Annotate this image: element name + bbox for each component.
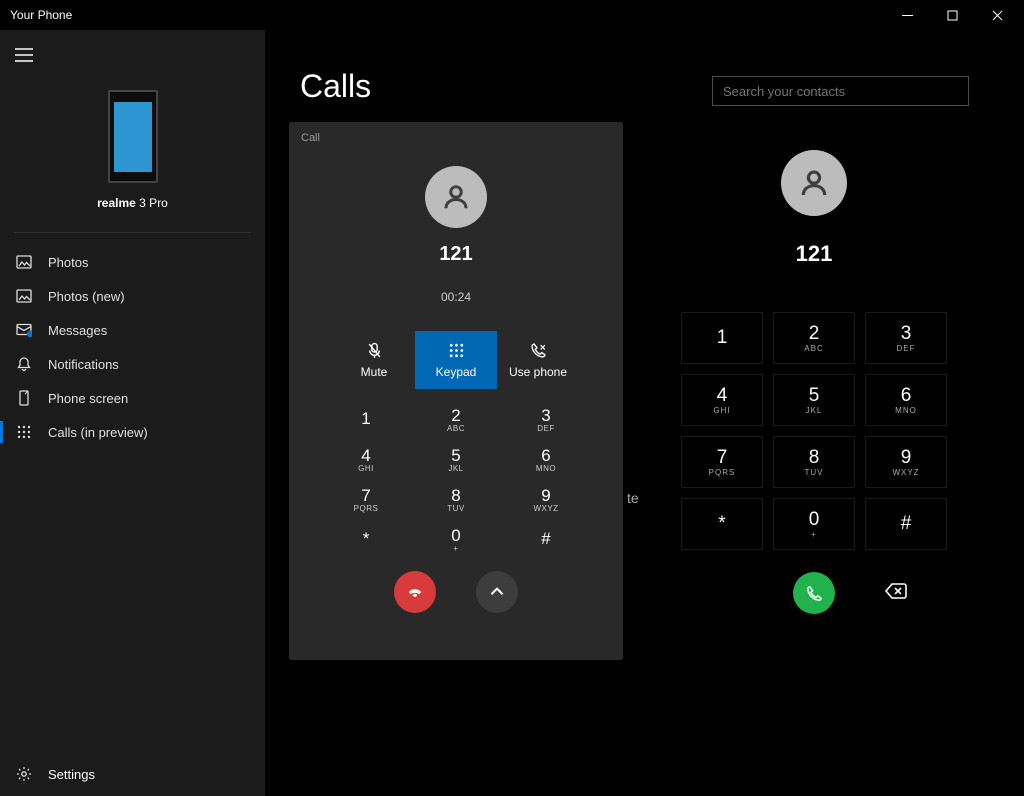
end-call-button[interactable]: [394, 571, 436, 613]
sidebar: realme 3 Pro Photos Photos (new) Message…: [0, 30, 265, 796]
key-6[interactable]: 6MNO: [501, 439, 591, 479]
sidebar-item-label: Messages: [48, 323, 107, 338]
key-1[interactable]: 1: [681, 312, 763, 364]
titlebar: Your Phone: [0, 0, 1024, 30]
call-panel: Call 121 00:24 Mute Keypad Use phone 12A…: [289, 122, 623, 660]
background-text: te: [627, 490, 639, 506]
phone-icon: [805, 584, 824, 603]
settings-button[interactable]: Settings: [0, 752, 265, 796]
mute-button[interactable]: Mute: [333, 331, 415, 389]
mute-label: Mute: [361, 365, 388, 379]
dialer: 121 12ABC3DEF 4GHI5JKL6MNO 7PQRS8TUV9WXYZ *…: [654, 150, 974, 614]
nav: Photos Photos (new) Messages Notificatio…: [0, 245, 265, 449]
search-input[interactable]: [712, 76, 969, 106]
key-2[interactable]: 2ABC: [773, 312, 855, 364]
key-3[interactable]: 3DEF: [501, 399, 591, 439]
sidebar-item-calls[interactable]: Calls (in preview): [0, 415, 265, 449]
key-0[interactable]: 0+: [411, 519, 501, 559]
sidebar-item-label: Phone screen: [48, 391, 128, 406]
key-0[interactable]: 0+: [773, 498, 855, 550]
key-4[interactable]: 4GHI: [681, 374, 763, 426]
key-8[interactable]: 8TUV: [773, 436, 855, 488]
key-1[interactable]: 1: [321, 399, 411, 439]
key-5[interactable]: 5JKL: [773, 374, 855, 426]
sidebar-item-photos[interactable]: Photos: [0, 245, 265, 279]
sidebar-item-phone-screen[interactable]: Phone screen: [0, 381, 265, 415]
call-actions: Mute Keypad Use phone: [289, 331, 623, 389]
hangup-icon: [406, 583, 424, 601]
main: Calls te Call 121 00:24 Mute Keypad Use: [265, 30, 1024, 796]
collapse-button[interactable]: [476, 571, 518, 613]
key-#[interactable]: #: [501, 519, 591, 559]
key-4[interactable]: 4GHI: [321, 439, 411, 479]
call-timer: 00:24: [289, 290, 623, 304]
key-*[interactable]: *: [681, 498, 763, 550]
phone-screen-icon: [14, 390, 34, 406]
key-9[interactable]: 9WXYZ: [501, 479, 591, 519]
key-#[interactable]: #: [865, 498, 947, 550]
dialer-avatar: [781, 150, 847, 216]
key-8[interactable]: 8TUV: [411, 479, 501, 519]
sidebar-item-photos-new[interactable]: Photos (new): [0, 279, 265, 313]
device-name: realme 3 Pro: [97, 196, 168, 210]
sidebar-item-messages[interactable]: Messages: [0, 313, 265, 347]
key-2[interactable]: 2ABC: [411, 399, 501, 439]
minimize-button[interactable]: [885, 0, 930, 30]
sidebar-item-label: Notifications: [48, 357, 119, 372]
sidebar-item-label: Photos: [48, 255, 88, 270]
hamburger-button[interactable]: [0, 40, 265, 75]
photos-icon: [14, 254, 34, 270]
photos-new-icon: [14, 288, 34, 304]
phone-frame-icon: [108, 90, 158, 183]
end-row: [289, 571, 623, 613]
gear-icon: [14, 766, 34, 782]
call-label: Call: [289, 122, 623, 144]
key-3[interactable]: 3DEF: [865, 312, 947, 364]
key-5[interactable]: 5JKL: [411, 439, 501, 479]
avatar: [425, 166, 487, 228]
device-preview: realme 3 Pro: [0, 90, 265, 210]
use-phone-button[interactable]: Use phone: [497, 331, 579, 389]
big-keypad: 12ABC3DEF 4GHI5JKL6MNO 7PQRS8TUV9WXYZ *0+#: [654, 312, 974, 550]
key-9[interactable]: 9WXYZ: [865, 436, 947, 488]
app-title: Your Phone: [10, 8, 885, 22]
use-phone-label: Use phone: [509, 365, 567, 379]
chevron-up-icon: [488, 583, 506, 601]
keypad-icon: [448, 342, 465, 359]
messages-icon: [14, 322, 34, 338]
backspace-button[interactable]: [885, 582, 907, 605]
mic-off-icon: [366, 342, 383, 359]
dialer-number: 121: [654, 241, 974, 267]
close-button[interactable]: [975, 0, 1020, 30]
sidebar-item-label: Calls (in preview): [48, 425, 148, 440]
keypad-label: Keypad: [436, 365, 477, 379]
key-*[interactable]: *: [321, 519, 411, 559]
dial-actions: [654, 572, 974, 614]
sidebar-item-label: Photos (new): [48, 289, 125, 304]
bell-icon: [14, 356, 34, 372]
sidebar-item-notifications[interactable]: Notifications: [0, 347, 265, 381]
page-title: Calls: [300, 68, 371, 105]
maximize-button[interactable]: [930, 0, 975, 30]
content: realme 3 Pro Photos Photos (new) Message…: [0, 30, 1024, 796]
use-phone-icon: [530, 342, 547, 359]
settings-label: Settings: [48, 767, 95, 782]
keypad-button[interactable]: Keypad: [415, 331, 497, 389]
dialpad-icon: [14, 424, 34, 440]
divider: [14, 232, 251, 233]
key-6[interactable]: 6MNO: [865, 374, 947, 426]
call-number: 121: [289, 243, 623, 266]
dial-button[interactable]: [793, 572, 835, 614]
backspace-icon: [885, 582, 907, 600]
key-7[interactable]: 7PQRS: [321, 479, 411, 519]
mini-keypad: 12ABC3DEF 4GHI5JKL6MNO 7PQRS8TUV9WXYZ *0+#: [321, 399, 591, 559]
key-7[interactable]: 7PQRS: [681, 436, 763, 488]
